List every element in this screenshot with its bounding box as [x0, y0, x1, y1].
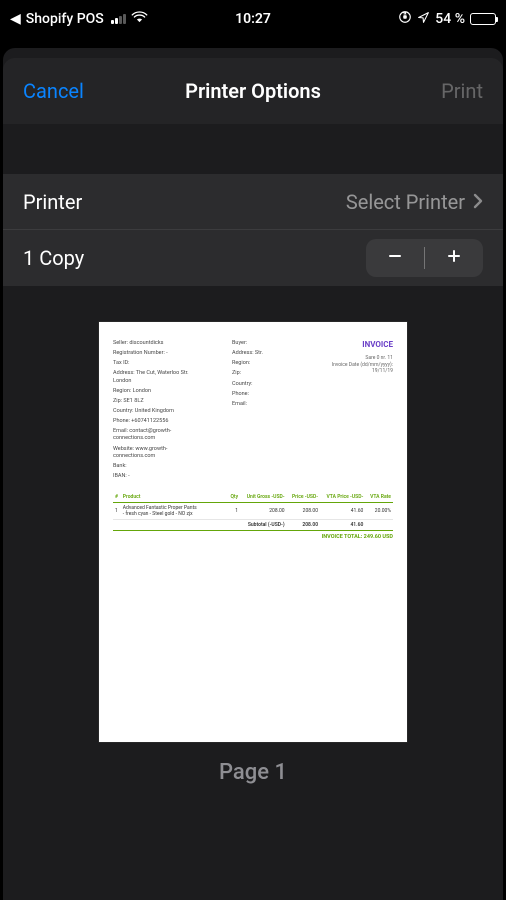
copies-label: 1 Copy	[23, 246, 84, 270]
inv-country: Country: United Kingdom	[113, 408, 225, 415]
printer-row[interactable]: Printer Select Printer	[3, 174, 503, 230]
invoice-total: INVOICE TOTAL: 249.60 USD	[113, 534, 393, 540]
increment-button[interactable]	[425, 239, 483, 277]
th-vta: VTA Price -USD-	[320, 492, 365, 503]
invoice-table: # Product Qty Unit Gross -USD- Price -US…	[113, 492, 393, 531]
section-spacer	[3, 124, 503, 174]
chevron-right-icon	[473, 190, 483, 214]
inv-bemail: Email:	[232, 401, 302, 408]
inv-bank: Bank:	[113, 463, 225, 470]
printer-value: Select Printer	[346, 190, 465, 214]
status-right: 54 %	[316, 10, 496, 28]
print-preview-page[interactable]: Seller: discountdicks Registration Numbe…	[99, 322, 407, 742]
invoice-subtitle: Sare 0 nr. 11 Invoice Date (dd/mm/yyyy):…	[309, 355, 393, 375]
inv-reg: Registration Number: -	[113, 350, 225, 357]
preview-area: Seller: discountdicks Registration Numbe…	[3, 286, 503, 900]
th-prod: Product	[121, 492, 227, 503]
printer-label: Printer	[23, 190, 82, 214]
inv-addr: Address: The Cut, Waterloo Str. London	[113, 370, 225, 384]
inv-bcountry: Country:	[232, 381, 302, 388]
options-list: Printer Select Printer 1 Copy	[3, 174, 503, 286]
return-to-app[interactable]: Shopify POS	[26, 11, 104, 27]
print-sheet: Cancel Printer Options Print Printer Sel…	[3, 48, 503, 900]
battery-percent: 54 %	[435, 11, 465, 27]
back-caret-icon[interactable]: ◀	[10, 11, 21, 27]
page-title: Printer Options	[185, 79, 321, 103]
location-icon	[417, 11, 430, 28]
inv-web: Website: www.growth- connections.com	[113, 446, 225, 460]
inv-bregion: Region:	[232, 360, 302, 367]
table-row: 1 Advanced Fantastic Proper Pants - fres…	[113, 503, 393, 520]
status-time: 10:27	[190, 11, 316, 27]
th-num: #	[113, 492, 121, 503]
battery-icon	[470, 13, 496, 25]
subtotal-row: Subtotal (-USD-) 208.00 41.60	[113, 520, 393, 531]
inv-buyer: Buyer:	[232, 340, 302, 347]
inv-email: Email: contact@growth- connections.com	[113, 428, 225, 442]
copies-stepper	[366, 239, 483, 277]
invoice-title: INVOICE	[309, 340, 393, 350]
inv-iban: IBAN: -	[113, 473, 225, 480]
inv-phone: Phone: +60741122556	[113, 418, 225, 425]
inv-tax: Tax ID:	[113, 360, 225, 367]
status-left: ◀ Shopify POS	[10, 11, 190, 27]
page-number-label: Page 1	[219, 760, 287, 785]
inv-bphone: Phone:	[232, 391, 302, 398]
th-rate: VTA Rate	[365, 492, 393, 503]
orientation-lock-icon	[398, 10, 412, 28]
inv-region: Region: London	[113, 388, 225, 395]
minus-icon	[386, 246, 404, 271]
th-qty: Qty	[227, 492, 240, 503]
plus-icon	[445, 246, 463, 271]
th-price: Price -USD-	[287, 492, 320, 503]
wifi-icon	[131, 11, 148, 27]
decrement-button[interactable]	[366, 239, 424, 277]
cancel-button[interactable]: Cancel	[23, 79, 84, 103]
inv-baddr: Address: Str.	[232, 350, 302, 357]
status-bar: ◀ Shopify POS 10:27 54 %	[0, 0, 506, 38]
inv-zip: Zip: SE1 8LZ	[113, 398, 225, 405]
inv-bzip: Zip:	[232, 370, 302, 377]
sheet-handle-area[interactable]	[3, 48, 503, 58]
print-button: Print	[441, 79, 483, 103]
nav-bar: Cancel Printer Options Print	[3, 58, 503, 124]
inv-seller: Seller: discountdicks	[113, 340, 225, 347]
cellular-signal-icon	[111, 14, 126, 24]
th-unit: Unit Gross -USD-	[240, 492, 287, 503]
copies-row: 1 Copy	[3, 230, 503, 286]
